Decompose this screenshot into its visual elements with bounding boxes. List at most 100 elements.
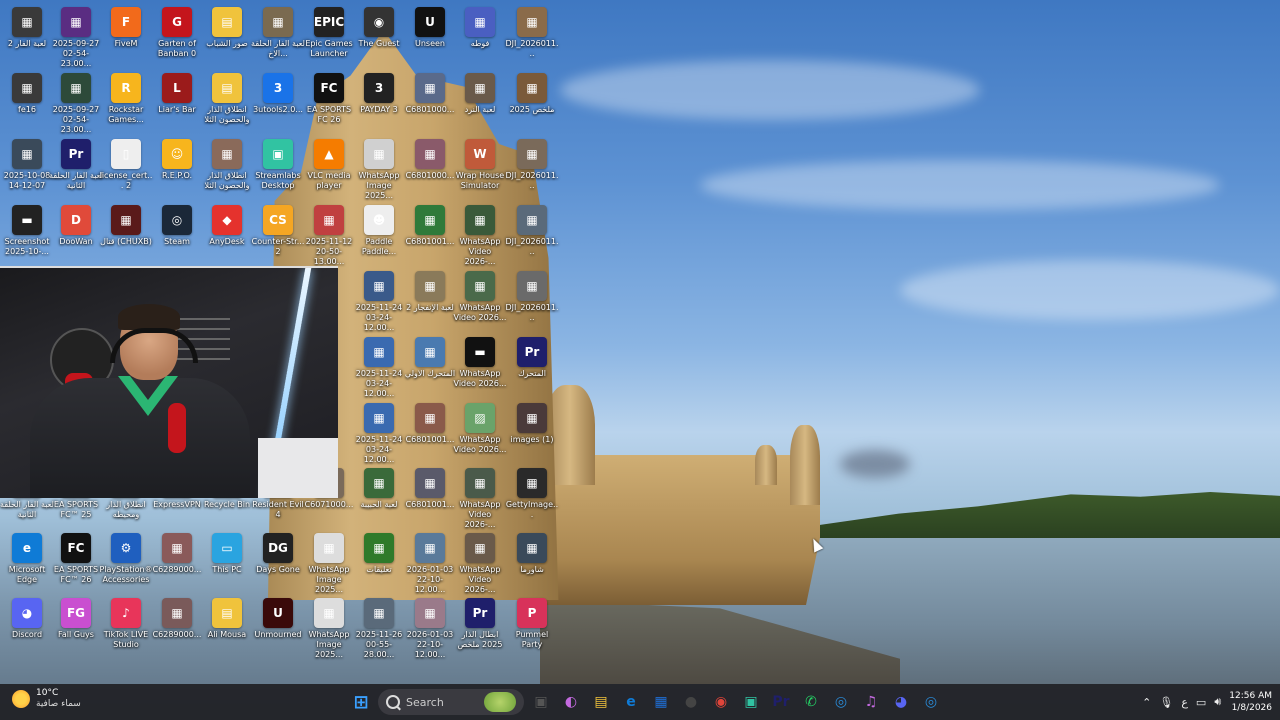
desktop-icon[interactable]: ▦ C6801001... — [403, 202, 457, 247]
desktop-icon[interactable]: ▦ شاورما — [505, 530, 559, 575]
desktop-icon[interactable]: ◆ AnyDesk — [200, 202, 254, 247]
taskbar-pin-app-icon[interactable]: ● — [678, 689, 704, 715]
desktop-icon[interactable]: ▦ لعبة النرد — [453, 70, 507, 115]
desktop-icon[interactable]: ▬ Screenshot 2025-10-... — [0, 202, 54, 257]
desktop-icon[interactable]: ▤ صور الشباب — [200, 4, 254, 49]
desktop-icon[interactable]: P Pummel Party — [505, 595, 559, 650]
desktop-icon[interactable]: ▦ المتحرك الاولي — [403, 334, 457, 379]
desktop-icon[interactable]: ▦ WhatsApp Video 2026-... — [453, 465, 507, 530]
desktop-icon[interactable]: ▦ لعبة الفار 2 — [0, 4, 54, 49]
desktop-icon[interactable]: ▭ This PC — [200, 530, 254, 575]
desktop-icon[interactable]: ▦ WhatsApp Image 2025... — [302, 595, 356, 660]
desktop-icon[interactable]: D DooWan — [49, 202, 103, 247]
language-indicator[interactable]: ع — [1181, 696, 1188, 709]
desktop-icon[interactable]: ▦ تعليقات — [352, 530, 406, 575]
taskbar-file-explorer-icon[interactable]: ▤ — [588, 689, 614, 715]
taskbar-copilot-icon[interactable]: ◐ — [558, 689, 584, 715]
taskbar-edge-icon[interactable]: e — [618, 689, 644, 715]
taskbar-discord-icon[interactable]: ◕ — [888, 689, 914, 715]
desktop-icon[interactable]: FC EA SPORTS FC™ 26 — [49, 530, 103, 585]
taskbar-windows-start-icon[interactable]: ⊞ — [348, 689, 374, 715]
taskbar-task-view-icon[interactable]: ▣ — [528, 689, 554, 715]
desktop-icon[interactable]: ▦ 2026-01-03 22-10-12.00... — [403, 595, 457, 660]
desktop-icon[interactable]: ▦ C6801000... — [403, 136, 457, 181]
desktop-icon[interactable]: ▦ DJI_2026011... — [505, 202, 559, 257]
desktop-icon[interactable]: ♪ TikTok LIVE Studio — [99, 595, 153, 650]
desktop-icon[interactable]: ▦ لعبة الفار الحلقة الاخ... — [251, 4, 305, 59]
desktop-icon[interactable]: U Unmourned — [251, 595, 305, 640]
desktop-icon[interactable]: ▦ DJI_2026011... — [505, 136, 559, 191]
desktop-icon[interactable]: ▦ C6801000... — [403, 70, 457, 115]
desktop-icon[interactable]: ▦ WhatsApp Video 2026-... — [453, 530, 507, 595]
taskbar-app-blue-icon[interactable]: ◎ — [828, 689, 854, 715]
desktop-icon[interactable]: ◕ Discord — [0, 595, 54, 640]
desktop-icon[interactable]: ▦ ملخص 2025 — [505, 70, 559, 115]
desktop-icon[interactable]: ▣ Streamlabs Desktop — [251, 136, 305, 191]
desktop-icon[interactable]: W Wrap House Simulator — [453, 136, 507, 191]
taskbar-app-circle-icon[interactable]: ◎ — [918, 689, 944, 715]
desktop-icon[interactable]: ▦ C6801001... — [403, 465, 457, 510]
desktop-icon[interactable]: 3 PAYDAY 3 — [352, 70, 406, 115]
desktop-icon[interactable]: ▦ WhatsApp Image 2025... — [302, 530, 356, 595]
desktop-icon[interactable]: ▦ 2025-11-26 00-55-28.00... — [352, 595, 406, 660]
desktop-icon[interactable]: ▦ C6289000... — [150, 530, 204, 575]
desktop-icon[interactable]: ☺ R.E.P.O. — [150, 136, 204, 181]
desktop-icon[interactable]: ▦ 2025-10-08 14-12-07 — [0, 136, 54, 191]
clock[interactable]: 12:56 AM 1/8/2026 — [1229, 690, 1272, 714]
taskbar-whatsapp-icon[interactable]: ✆ — [798, 689, 824, 715]
desktop-icon[interactable]: ▦ 2025-09-27 02-54-23.00... — [49, 70, 103, 135]
desktop-icon[interactable]: ▦ 2025-11-12 20-50-13.00... — [302, 202, 356, 267]
desktop-icon[interactable]: ▦ WhatsApp Video 2026-... — [453, 202, 507, 267]
desktop-icon[interactable]: ▤ انطلاق الذار والحصون الثلا — [200, 70, 254, 125]
desktop-icon[interactable]: ▦ قتال (CHUXB) — [99, 202, 153, 247]
desktop-icon[interactable]: G Garten of Banban 0 — [150, 4, 204, 59]
desktop-icon[interactable]: DG Days Gone — [251, 530, 305, 575]
desktop-icon[interactable]: ▦ images (1) — [505, 400, 559, 445]
desktop-icon[interactable]: 3 3utools2.0... — [251, 70, 305, 115]
desktop-icon[interactable]: Pr المتحرك — [505, 334, 559, 379]
desktop-icon[interactable]: U Unseen — [403, 4, 457, 49]
desktop-icon[interactable]: R Rockstar Games... — [99, 70, 153, 125]
taskbar-chrome-icon[interactable]: ◉ — [708, 689, 734, 715]
desktop-icon[interactable]: ▦ لعبة الإنفجار 2 — [403, 268, 457, 313]
desktop-icon[interactable]: e Microsoft Edge — [0, 530, 54, 585]
desktop-icon[interactable]: ▦ WhatsApp Image 2025... — [352, 136, 406, 201]
chevron-up-icon[interactable]: ⌃ — [1142, 696, 1151, 709]
desktop-icon[interactable]: ▦ fe16 — [0, 70, 54, 115]
desktop-icon[interactable]: ▦ C6289000... — [150, 595, 204, 640]
desktop-icon[interactable]: ▦ لعبة الحبيبة — [352, 465, 406, 510]
desktop-icon[interactable]: ▦ DJI_2026011... — [505, 4, 559, 59]
taskbar-music-icon[interactable]: ♫ — [858, 689, 884, 715]
desktop-icon[interactable]: Pr لعبة الفار الحلقة الثانية — [49, 136, 103, 191]
desktop-icon[interactable]: F FiveM — [99, 4, 153, 49]
desktop-icon[interactable]: CS Counter-Str... 2 — [251, 202, 305, 257]
desktop-icon[interactable]: ▦ 2025-11-24 03-24-12.00... — [352, 334, 406, 399]
desktop-icon[interactable]: ▨ WhatsApp Video 2026... — [453, 400, 507, 455]
desktop-icon[interactable]: ▦ 2025-11-24 03-24-12.00... — [352, 400, 406, 465]
desktop-icon[interactable]: ▦ C6801001... — [403, 400, 457, 445]
desktop-icon[interactable]: ⚙ PlayStation® Accessories — [99, 530, 153, 585]
taskbar-store-icon[interactable]: ▦ — [648, 689, 674, 715]
desktop-icon[interactable]: ◎ Steam — [150, 202, 204, 247]
display-icon[interactable]: ▭ — [1196, 696, 1206, 709]
desktop-icon[interactable]: L Liar's Bar — [150, 70, 204, 115]
taskbar-search[interactable]: Search — [378, 689, 524, 715]
desktop-icon[interactable]: EPIC Epic Games Launcher — [302, 4, 356, 59]
taskbar-streamlabs-icon[interactable]: ▣ — [738, 689, 764, 715]
microphone-icon[interactable]: 🎙︎ — [1159, 696, 1173, 709]
desktop-icon[interactable]: ▦ WhatsApp Video 2026... — [453, 268, 507, 323]
desktop-icon[interactable]: ▲ VLC media player — [302, 136, 356, 191]
taskbar-premiere-icon[interactable]: Pr — [768, 689, 794, 715]
desktop-icon[interactable]: ▯ license_cert... 2 — [99, 136, 153, 191]
desktop-icon[interactable]: ▦ 2026-01-03 22-10-12.00... — [403, 530, 457, 595]
desktop-icon[interactable]: ◉ The Guest — [352, 4, 406, 49]
desktop-icon[interactable]: ☻ Paddle Paddle... — [352, 202, 406, 257]
desktop-icon[interactable]: ▦ 2025-11-24 03-24-12.00... — [352, 268, 406, 333]
weather-widget[interactable]: 10°C سماء صافية — [12, 688, 81, 710]
desktop-icon[interactable]: ▦ 2025-09-27 02-54-23.00... — [49, 4, 103, 69]
desktop-icon[interactable]: Pr ابطال الذار 2025 ملخص — [453, 595, 507, 650]
desktop-icon[interactable]: FC EA SPORTS FC 26 — [302, 70, 356, 125]
desktop-icon[interactable]: ▬ WhatsApp Video 2026... — [453, 334, 507, 389]
volume-icon[interactable]: 🔊︎ — [1214, 695, 1221, 709]
desktop-icon[interactable]: FG Fall Guys — [49, 595, 103, 640]
